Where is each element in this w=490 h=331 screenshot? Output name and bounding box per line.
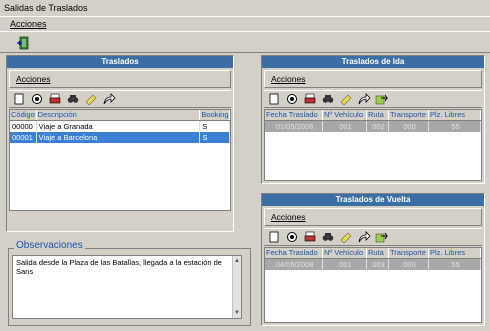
- menu-bar: Acciones: [0, 17, 490, 31]
- ida-acciones[interactable]: Acciones: [271, 74, 306, 84]
- ida-grid: Fecha Traslado Nº Vehículo Ruta Transpor…: [264, 109, 482, 181]
- search-icon[interactable]: [320, 92, 336, 106]
- col-ruta[interactable]: Ruta: [367, 248, 389, 258]
- ida-acciones-bar: Acciones: [264, 70, 482, 88]
- traslados-grid-header: Código Descripción Booking: [10, 110, 230, 121]
- transfer-icon[interactable]: [374, 92, 390, 106]
- scroll-down-icon[interactable]: ▼: [234, 310, 240, 316]
- ida-header: Traslados de Ida: [262, 56, 484, 68]
- search-icon[interactable]: [320, 230, 336, 244]
- table-row[interactable]: 00000 Viaje a Granada S: [10, 121, 230, 132]
- view-icon[interactable]: [284, 230, 300, 244]
- col-transporte[interactable]: Transporte: [389, 110, 429, 120]
- col-vehiculo[interactable]: Nº Vehículo: [323, 110, 367, 120]
- col-fecha[interactable]: Fecha Traslado: [265, 110, 323, 120]
- view-icon[interactable]: [284, 92, 300, 106]
- traslados-acciones[interactable]: Acciones: [16, 74, 51, 84]
- col-fecha[interactable]: Fecha Traslado: [265, 248, 323, 258]
- view-icon[interactable]: [29, 92, 45, 106]
- vuelta-grid: Fecha Traslado Nº Vehículo Ruta Transpor…: [264, 247, 482, 323]
- table-row[interactable]: 04/05/2008 001 003 000 55: [265, 259, 481, 270]
- forward-icon[interactable]: [101, 92, 117, 106]
- vuelta-acciones-bar: Acciones: [264, 208, 482, 226]
- main-toolbar: [0, 31, 490, 53]
- print-icon[interactable]: [302, 92, 318, 106]
- edit-icon[interactable]: [338, 230, 354, 244]
- menu-acciones[interactable]: Acciones: [10, 19, 47, 29]
- forward-icon[interactable]: [356, 230, 372, 244]
- window-title: Salidas de Traslados: [0, 0, 490, 17]
- col-ruta[interactable]: Ruta: [367, 110, 389, 120]
- observaciones-text: Salida desde la Plaza de las Batallas, l…: [16, 258, 222, 276]
- traslados-panel: Traslados Acciones Código Descripción Bo…: [6, 55, 234, 232]
- traslados-grid: Código Descripción Booking 00000 Viaje a…: [9, 109, 231, 211]
- ida-icon-row: [264, 90, 482, 108]
- search-icon[interactable]: [65, 92, 81, 106]
- new-icon[interactable]: [266, 230, 282, 244]
- print-icon[interactable]: [302, 230, 318, 244]
- print-icon[interactable]: [47, 92, 63, 106]
- ida-grid-header: Fecha Traslado Nº Vehículo Ruta Transpor…: [265, 110, 481, 121]
- col-plazas[interactable]: Plz. Libres: [429, 110, 481, 120]
- ida-panel: Traslados de Ida Acciones Fecha Traslado…: [261, 55, 485, 184]
- exit-icon[interactable]: [14, 34, 32, 51]
- forward-icon[interactable]: [356, 92, 372, 106]
- col-descripcion[interactable]: Descripción: [37, 110, 201, 120]
- table-row[interactable]: 01/05/2008 001 002 000 55: [265, 121, 481, 132]
- transfer-icon[interactable]: [374, 230, 390, 244]
- col-booking[interactable]: Booking: [200, 110, 230, 120]
- traslados-acciones-bar: Acciones: [9, 70, 231, 88]
- new-icon[interactable]: [11, 92, 27, 106]
- traslados-icon-row: [9, 90, 231, 108]
- vuelta-panel: Traslados de Vuelta Acciones Fecha Trasl…: [261, 193, 485, 326]
- observaciones-title: Observaciones: [14, 240, 85, 251]
- observaciones-scrollbar[interactable]: ▲ ▼: [232, 256, 241, 318]
- table-row-selected[interactable]: 00001 Viaje a Barcelona S: [10, 132, 230, 143]
- vuelta-acciones[interactable]: Acciones: [271, 212, 306, 222]
- col-codigo[interactable]: Código: [10, 110, 37, 120]
- traslados-header: Traslados: [7, 56, 233, 68]
- edit-icon[interactable]: [83, 92, 99, 106]
- col-transporte[interactable]: Transporte: [389, 248, 429, 258]
- vuelta-header: Traslados de Vuelta: [262, 194, 484, 206]
- edit-icon[interactable]: [338, 92, 354, 106]
- observaciones-textarea[interactable]: Salida desde la Plaza de las Batallas, l…: [12, 255, 242, 319]
- scroll-up-icon[interactable]: ▲: [234, 258, 240, 264]
- col-vehiculo[interactable]: Nº Vehículo: [323, 248, 367, 258]
- vuelta-grid-header: Fecha Traslado Nº Vehículo Ruta Transpor…: [265, 248, 481, 259]
- vuelta-icon-row: [264, 228, 482, 246]
- new-icon[interactable]: [266, 92, 282, 106]
- col-plazas[interactable]: Plz. Libres: [429, 248, 481, 258]
